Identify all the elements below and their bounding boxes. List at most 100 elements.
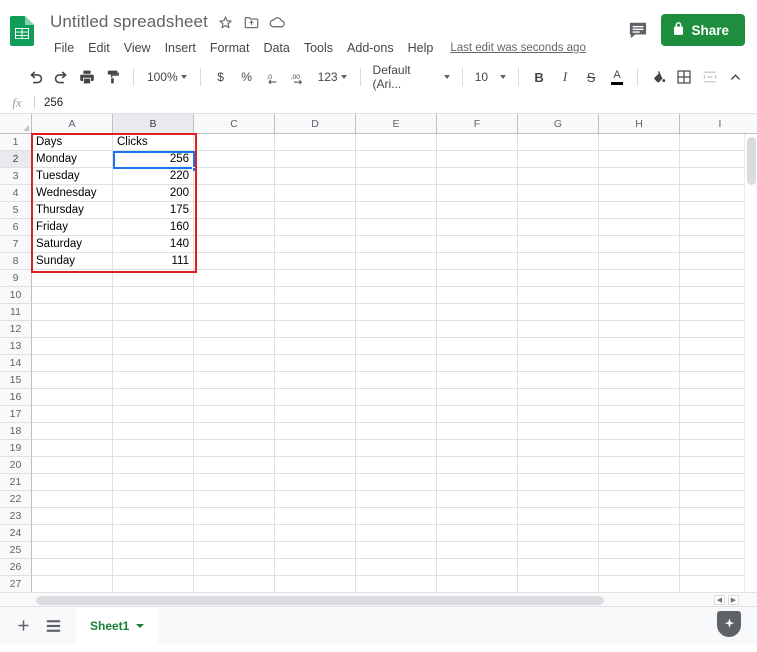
cell-E27[interactable] xyxy=(356,576,437,592)
cell-F16[interactable] xyxy=(437,389,518,406)
cell-C22[interactable] xyxy=(194,491,275,508)
percent-format-button[interactable]: % xyxy=(234,64,260,90)
cell-A18[interactable] xyxy=(32,423,113,440)
column-header-f[interactable]: F xyxy=(437,114,518,134)
cell-F10[interactable] xyxy=(437,287,518,304)
cell-E22[interactable] xyxy=(356,491,437,508)
row-header-25[interactable]: 25 xyxy=(0,542,32,559)
cell-E20[interactable] xyxy=(356,457,437,474)
column-header-h[interactable]: H xyxy=(599,114,680,134)
cell-G18[interactable] xyxy=(518,423,599,440)
cell-A19[interactable] xyxy=(32,440,113,457)
cell-E3[interactable] xyxy=(356,168,437,185)
cell-E13[interactable] xyxy=(356,338,437,355)
cell-E15[interactable] xyxy=(356,372,437,389)
cloud-saved-icon[interactable] xyxy=(269,14,286,31)
scroll-right-icon[interactable]: ▶ xyxy=(728,595,739,605)
cell-B4[interactable]: 200 xyxy=(113,185,194,202)
cell-C2[interactable] xyxy=(194,151,275,168)
cell-A7[interactable]: Saturday xyxy=(32,236,113,253)
cell-A13[interactable] xyxy=(32,338,113,355)
cell-C21[interactable] xyxy=(194,474,275,491)
row-header-24[interactable]: 24 xyxy=(0,525,32,542)
page-title[interactable]: Untitled spreadsheet xyxy=(50,12,208,32)
cell-G23[interactable] xyxy=(518,508,599,525)
cell-B18[interactable] xyxy=(113,423,194,440)
cell-H12[interactable] xyxy=(599,321,680,338)
cell-B22[interactable] xyxy=(113,491,194,508)
cell-E17[interactable] xyxy=(356,406,437,423)
cell-F26[interactable] xyxy=(437,559,518,576)
cell-D15[interactable] xyxy=(275,372,356,389)
cell-G20[interactable] xyxy=(518,457,599,474)
cell-F4[interactable] xyxy=(437,185,518,202)
cell-F3[interactable] xyxy=(437,168,518,185)
cell-G8[interactable] xyxy=(518,253,599,270)
row-header-21[interactable]: 21 xyxy=(0,474,32,491)
cell-H7[interactable] xyxy=(599,236,680,253)
cell-G3[interactable] xyxy=(518,168,599,185)
cell-H26[interactable] xyxy=(599,559,680,576)
cell-D2[interactable] xyxy=(275,151,356,168)
row-header-18[interactable]: 18 xyxy=(0,423,32,440)
cell-E11[interactable] xyxy=(356,304,437,321)
cell-A21[interactable] xyxy=(32,474,113,491)
cell-H21[interactable] xyxy=(599,474,680,491)
row-header-2[interactable]: 2 xyxy=(0,151,32,168)
row-header-23[interactable]: 23 xyxy=(0,508,32,525)
cell-B12[interactable] xyxy=(113,321,194,338)
cell-G14[interactable] xyxy=(518,355,599,372)
font-size-stepper[interactable]: 10 xyxy=(470,65,511,89)
cell-C11[interactable] xyxy=(194,304,275,321)
cell-C25[interactable] xyxy=(194,542,275,559)
cell-G24[interactable] xyxy=(518,525,599,542)
cell-D12[interactable] xyxy=(275,321,356,338)
cell-B10[interactable] xyxy=(113,287,194,304)
cell-D6[interactable] xyxy=(275,219,356,236)
cell-F12[interactable] xyxy=(437,321,518,338)
row-header-6[interactable]: 6 xyxy=(0,219,32,236)
cell-B9[interactable] xyxy=(113,270,194,287)
menu-addons[interactable]: Add-ons xyxy=(340,39,401,57)
row-header-9[interactable]: 9 xyxy=(0,270,32,287)
cell-A22[interactable] xyxy=(32,491,113,508)
cell-H11[interactable] xyxy=(599,304,680,321)
vertical-scrollbar[interactable] xyxy=(744,134,757,592)
cell-H27[interactable] xyxy=(599,576,680,592)
cell-E5[interactable] xyxy=(356,202,437,219)
bold-button[interactable]: B xyxy=(526,64,552,90)
add-sheet-icon[interactable] xyxy=(8,611,38,641)
cell-D13[interactable] xyxy=(275,338,356,355)
menu-insert[interactable]: Insert xyxy=(158,39,203,57)
cell-D27[interactable] xyxy=(275,576,356,592)
cell-D7[interactable] xyxy=(275,236,356,253)
cell-F9[interactable] xyxy=(437,270,518,287)
cell-E24[interactable] xyxy=(356,525,437,542)
cell-B25[interactable] xyxy=(113,542,194,559)
cell-F15[interactable] xyxy=(437,372,518,389)
cell-H17[interactable] xyxy=(599,406,680,423)
cell-E16[interactable] xyxy=(356,389,437,406)
cell-A5[interactable]: Thursday xyxy=(32,202,113,219)
cell-B19[interactable] xyxy=(113,440,194,457)
row-header-4[interactable]: 4 xyxy=(0,185,32,202)
cell-D26[interactable] xyxy=(275,559,356,576)
cell-G1[interactable] xyxy=(518,134,599,151)
cell-F23[interactable] xyxy=(437,508,518,525)
column-header-d[interactable]: D xyxy=(275,114,356,134)
cell-A4[interactable]: Wednesday xyxy=(32,185,113,202)
number-format-dropdown[interactable]: 123 xyxy=(312,65,353,89)
cell-A12[interactable] xyxy=(32,321,113,338)
cell-E4[interactable] xyxy=(356,185,437,202)
cell-C27[interactable] xyxy=(194,576,275,592)
cell-H2[interactable] xyxy=(599,151,680,168)
cell-G10[interactable] xyxy=(518,287,599,304)
cell-F18[interactable] xyxy=(437,423,518,440)
cell-C1[interactable] xyxy=(194,134,275,151)
cell-F27[interactable] xyxy=(437,576,518,592)
cell-F6[interactable] xyxy=(437,219,518,236)
cell-B7[interactable]: 140 xyxy=(113,236,194,253)
cell-C8[interactable] xyxy=(194,253,275,270)
cell-A17[interactable] xyxy=(32,406,113,423)
cell-E26[interactable] xyxy=(356,559,437,576)
